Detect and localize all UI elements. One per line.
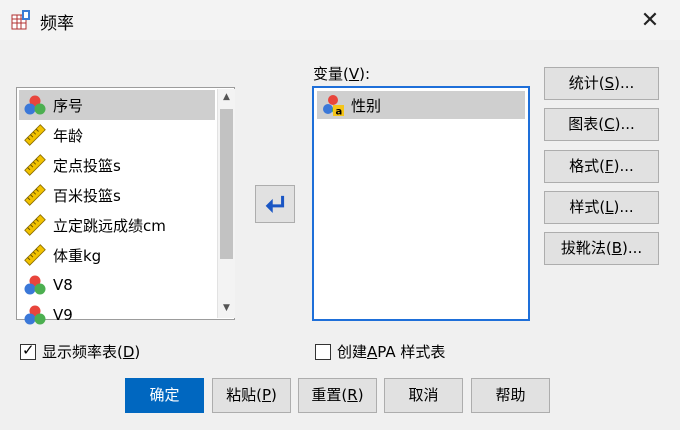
cancel-button[interactable]: 取消	[384, 378, 463, 413]
nominal-icon	[24, 275, 46, 295]
nominal-icon	[24, 95, 46, 115]
ok-button[interactable]: 确定	[125, 378, 204, 413]
move-variable-button[interactable]	[255, 185, 295, 223]
variable-label: 性别	[351, 96, 382, 115]
vertical-scrollbar[interactable]: ▲ ▼	[217, 89, 235, 318]
nominal-string-icon: a	[323, 95, 344, 118]
scale-icon	[24, 244, 46, 266]
variables-label: 变量(V):	[313, 65, 371, 83]
title-bar: 频率 ✕	[0, 0, 680, 40]
list-item[interactable]: 年龄	[19, 120, 215, 150]
scale-icon	[24, 184, 46, 206]
checkbox-unchecked-icon[interactable]	[315, 343, 331, 360]
list-item[interactable]: V9	[19, 300, 215, 330]
scroll-down-icon[interactable]: ▼	[218, 300, 235, 317]
style-button[interactable]: 样式(L)...	[544, 191, 659, 224]
paste-button[interactable]: 粘贴(P)	[212, 378, 291, 413]
show-frequency-table-checkbox[interactable]: 显示频率表(D)	[20, 341, 140, 362]
frequencies-app-icon	[11, 10, 30, 30]
variable-label: V8	[53, 276, 73, 294]
list-item[interactable]: 序号	[19, 90, 215, 120]
variable-label: 序号	[53, 96, 84, 115]
help-button[interactable]: 帮助	[471, 378, 550, 413]
variable-label: 立定跳远成绩cm	[53, 216, 166, 235]
list-item[interactable]: 体重kg	[19, 240, 215, 270]
checkbox-checked-icon[interactable]	[20, 341, 36, 360]
reset-button[interactable]: 重置(R)	[298, 378, 377, 413]
source-items: 序号年龄定点投篮s 百米投篮s 立定跳远成绩cm 体重kg V8 V9	[19, 90, 215, 330]
variable-label: 定点投篮s	[53, 156, 121, 175]
apa-style-table-checkbox[interactable]: 创建 A PA 样式表	[315, 341, 445, 362]
source-variable-list[interactable]: 序号年龄定点投篮s 百米投篮s 立定跳远成绩cm 体重kg V8 V9 ▲ ▼	[16, 87, 235, 325]
scroll-thumb[interactable]	[220, 109, 233, 259]
svg-text:a: a	[336, 107, 343, 118]
close-icon[interactable]: ✕	[636, 8, 664, 34]
scale-icon	[24, 154, 46, 176]
list-item[interactable]: 立定跳远成绩cm	[19, 210, 215, 240]
list-item[interactable]: V8	[19, 270, 215, 300]
nominal-icon	[24, 305, 46, 325]
format-button[interactable]: 格式(F)...	[544, 150, 659, 183]
variable-label: 年龄	[53, 126, 84, 145]
move-left-arrow-icon	[265, 195, 285, 213]
window-title: 频率	[40, 14, 74, 34]
scale-icon	[24, 124, 46, 146]
scroll-up-icon[interactable]: ▲	[218, 89, 235, 106]
selected-variables-list[interactable]: a 性别	[312, 86, 530, 321]
variable-label: 体重kg	[53, 246, 102, 265]
statistics-button[interactable]: 统计(S)...	[544, 67, 659, 100]
bootstrap-button[interactable]: 拔靴法(B)...	[544, 232, 659, 265]
scale-icon	[24, 214, 46, 236]
variable-label: 百米投篮s	[53, 186, 121, 205]
list-item[interactable]: 百米投篮s	[19, 180, 215, 210]
list-item[interactable]: a 性别	[317, 91, 525, 119]
charts-button[interactable]: 图表(C)...	[544, 108, 659, 141]
list-item[interactable]: 定点投篮s	[19, 150, 215, 180]
variable-label: V9	[53, 306, 73, 324]
frequencies-dialog: 频率 ✕ 序号 年龄 定点投篮s 百米投篮s 立定跳远成绩cm 体重kg V8 V9 ▲ ▼ …	[0, 0, 680, 430]
